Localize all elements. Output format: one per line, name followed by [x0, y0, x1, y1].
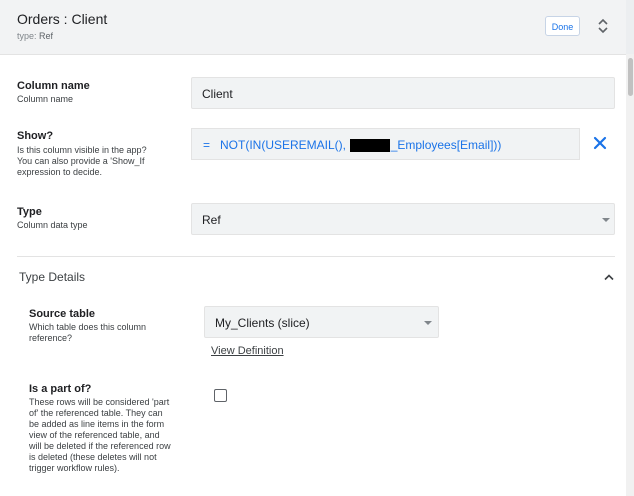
column-editor-panel: Orders : Client type: Ref Done Column na… [0, 0, 626, 496]
close-icon[interactable] [592, 135, 608, 151]
formula-equals-sign: = [203, 138, 211, 152]
source-table-description-line: Which table does this column [29, 322, 147, 332]
is-part-of-label: Is a part of? [29, 383, 92, 395]
scrollbar-track[interactable] [626, 54, 634, 496]
source-table-value: My_Clients (slice) [215, 316, 310, 330]
column-name-field[interactable]: Client [191, 77, 615, 109]
show-description-line: You can also provide a 'Show_If [17, 156, 145, 166]
type-select-value: Ref [202, 213, 221, 227]
section-divider [17, 256, 615, 257]
editor-header: Orders : Client type: Ref Done [0, 0, 626, 55]
is-part-of-description-line: trigger workflow rules). [29, 463, 120, 473]
is-part-of-description-line: These rows will be considered 'part [29, 397, 170, 407]
is-part-of-description-line: of' the referenced table. They can [29, 408, 163, 418]
expression-part: _Employees[Email])) [390, 138, 502, 152]
source-table-select[interactable]: My_Clients (slice) [204, 306, 439, 338]
show-description-line: expression to decide. [17, 167, 103, 177]
type-select[interactable]: Ref [191, 203, 615, 235]
type-subtitle: type: Ref [17, 31, 53, 41]
chevron-up-icon[interactable] [603, 273, 615, 281]
column-name-value: Client [202, 87, 233, 101]
show-label: Show? [17, 130, 54, 142]
is-part-of-description-line: will be deleted if the referenced row [29, 441, 171, 451]
page-title: Orders : Client [17, 11, 108, 27]
done-button[interactable]: Done [545, 16, 580, 36]
is-part-of-checkbox[interactable] [214, 389, 227, 402]
type-details-header[interactable]: Type Details [19, 270, 85, 284]
column-name-label: Column name [17, 80, 90, 92]
type-label: Type [17, 206, 42, 218]
caret-down-icon [602, 218, 610, 222]
source-table-description-line: reference? [29, 333, 73, 343]
scrollbar-thumb[interactable] [628, 58, 633, 96]
is-part-of-description-line: view of the referenced table, and [29, 430, 160, 440]
column-name-description: Column name [17, 94, 74, 104]
show-if-expression-field[interactable]: = NOT(IN(USEREMAIL(), F_Employees[Email]… [191, 128, 580, 160]
source-table-description: Which table does this column reference? [29, 322, 146, 344]
show-description: Is this column visible in the app? You c… [17, 145, 147, 178]
caret-down-icon [424, 321, 432, 325]
view-definition-link[interactable]: View Definition [211, 345, 284, 357]
is-part-of-description-line: is deleted (these deletes will not [29, 452, 157, 462]
type-subtitle-label: type: [17, 31, 37, 41]
source-table-label: Source table [29, 308, 96, 320]
unfold-icon[interactable] [596, 17, 610, 35]
redaction-box [350, 139, 390, 152]
expression-part: NOT(IN(USEREMAIL(), [220, 138, 350, 152]
is-part-of-description: These rows will be considered 'part of' … [29, 397, 171, 474]
show-description-line: Is this column visible in the app? [17, 145, 147, 155]
type-description: Column data type [17, 220, 88, 230]
type-subtitle-value: Ref [39, 31, 54, 41]
is-part-of-description-line: be added as line items in the form [29, 419, 165, 429]
